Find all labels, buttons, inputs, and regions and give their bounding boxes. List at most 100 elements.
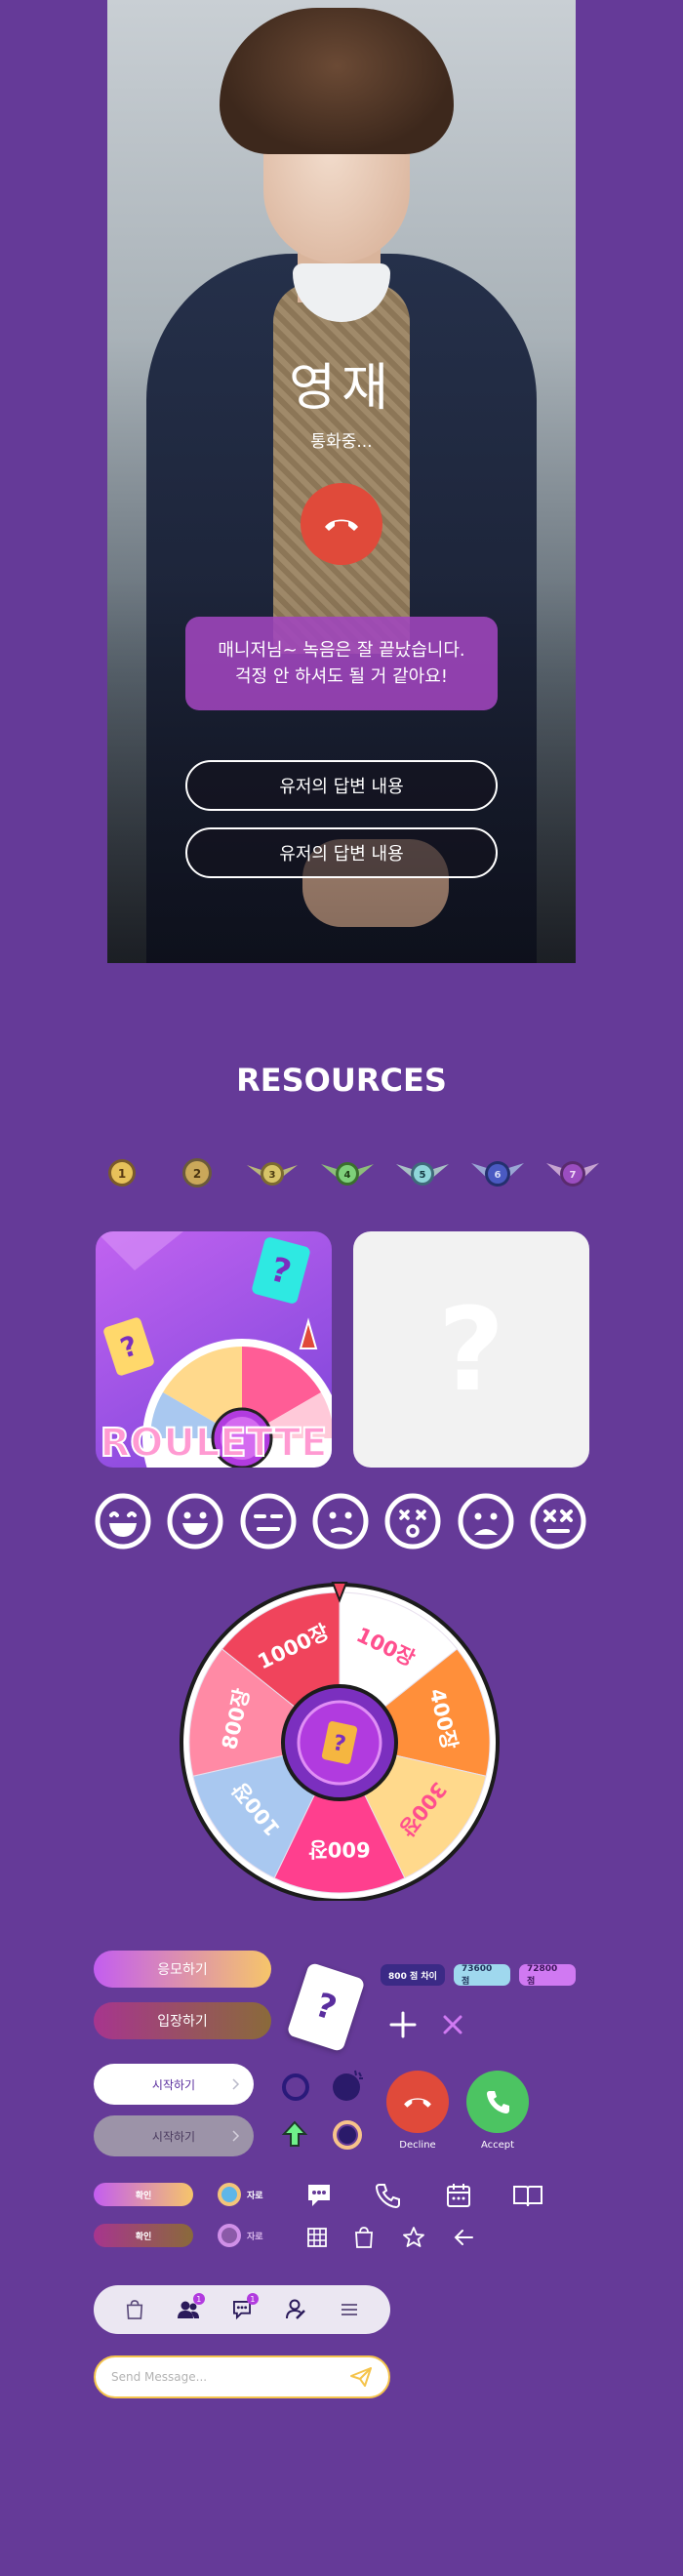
dead-face-icon[interactable] bbox=[529, 1492, 587, 1550]
winged-medal-icon: 4 bbox=[321, 1162, 374, 1186]
close-icon[interactable] bbox=[441, 2013, 464, 2036]
reply-option-1[interactable]: 유저의 답변 내용 bbox=[185, 760, 498, 811]
start-button-label: 시작하기 bbox=[151, 2077, 196, 2092]
hamburger-menu-icon bbox=[342, 2304, 358, 2315]
wheel-segment-label: 600장 bbox=[308, 1837, 370, 1861]
shopping-bag-icon[interactable] bbox=[353, 2226, 375, 2249]
message-composer bbox=[94, 2355, 390, 2398]
star-icon[interactable] bbox=[402, 2226, 425, 2249]
phone-hangup-icon bbox=[404, 2098, 431, 2108]
smile-face-icon[interactable] bbox=[166, 1492, 224, 1550]
user-edit-icon bbox=[286, 2299, 306, 2319]
smirk-face-icon[interactable] bbox=[311, 1492, 370, 1550]
book-icon[interactable] bbox=[511, 2181, 544, 2210]
profile-chip-label: 자로 bbox=[247, 2191, 263, 2201]
profile-chip-secondary[interactable]: 자로 bbox=[217, 2223, 263, 2248]
score-chip-1: 73600 점 bbox=[454, 1964, 510, 1987]
hangup-button[interactable] bbox=[301, 483, 382, 565]
unknown-card[interactable]: ? bbox=[353, 1231, 589, 1468]
enter-button[interactable]: 입장하기 bbox=[94, 2002, 271, 2039]
laughing-face-icon[interactable] bbox=[94, 1492, 152, 1550]
chevron-right-icon bbox=[232, 2078, 240, 2090]
rank-badge-label-4: 4 bbox=[344, 1170, 351, 1181]
rank-badge-4: 4 bbox=[319, 1153, 376, 1192]
radio-selected-icon[interactable] bbox=[332, 2119, 363, 2151]
start-button-disabled-label: 시작하기 bbox=[151, 2129, 196, 2144]
rank-badges: 1 2 3 4 5 6 7 bbox=[94, 1153, 601, 1192]
resources-title: RESOURCES bbox=[236, 1062, 447, 1099]
phone-hangup-icon bbox=[325, 519, 358, 531]
message-input[interactable] bbox=[111, 2370, 326, 2384]
winged-medal-icon: 3 bbox=[247, 1162, 298, 1186]
rank-badge-label-3: 3 bbox=[269, 1170, 276, 1181]
rank-badge-1: 1 bbox=[94, 1153, 150, 1192]
neutral-face-icon[interactable] bbox=[239, 1492, 298, 1550]
rank-badge-2: 2 bbox=[169, 1153, 225, 1192]
nav-profile[interactable] bbox=[282, 2296, 309, 2323]
caller-name: 영재 bbox=[289, 359, 394, 418]
roulette-wheel-graphic: 1000장 100장400장300장600장100장800장 ? bbox=[180, 1582, 500, 1903]
rank-badge-6: 6 bbox=[469, 1153, 526, 1192]
rank-badge-7: 7 bbox=[544, 1153, 601, 1192]
score-chip-2: 72800 점 bbox=[519, 1964, 576, 1987]
start-button[interactable]: 시작하기 bbox=[94, 2064, 254, 2105]
reply-option-2[interactable]: 유저의 답변 내용 bbox=[185, 827, 498, 878]
rank-badge-3: 3 bbox=[244, 1153, 301, 1192]
call-status: 통화중... bbox=[310, 432, 373, 452]
nav-friends-badge: 1 bbox=[192, 2293, 205, 2305]
profile-chip[interactable]: 자로 bbox=[217, 2182, 263, 2207]
radio-unselected-icon[interactable] bbox=[281, 2073, 310, 2102]
call-screen: 영재 통화중... 매니저님~ 녹음은 잘 끝났습니다. 걱정 안 하셔도 될 … bbox=[107, 0, 576, 963]
nav-shop[interactable] bbox=[121, 2296, 148, 2323]
profile-chip-label-secondary: 자로 bbox=[247, 2232, 263, 2242]
winged-medal-icon: 5 bbox=[396, 1162, 449, 1186]
dizzy-face-icon[interactable] bbox=[383, 1492, 442, 1550]
mystery-card-question: ? bbox=[310, 1985, 342, 2030]
winged-medal-icon: 7 bbox=[546, 1161, 599, 1187]
bottom-navbar: 1 1 bbox=[94, 2285, 390, 2334]
shopping-bag-icon bbox=[126, 2300, 142, 2319]
new-dot-icon bbox=[333, 2070, 363, 2101]
winged-medal-icon: 6 bbox=[471, 1161, 524, 1187]
mystery-card[interactable]: ? bbox=[286, 1961, 366, 2053]
photo-shade bbox=[107, 0, 576, 963]
start-button-disabled[interactable]: 시작하기 bbox=[94, 2115, 254, 2156]
arrow-left-icon[interactable] bbox=[453, 2228, 474, 2247]
rank-badge-label-2: 2 bbox=[193, 1167, 201, 1181]
medal-icon: 1 bbox=[108, 1159, 136, 1187]
plus-icon[interactable] bbox=[388, 2010, 418, 2039]
sad-face-icon[interactable] bbox=[457, 1492, 515, 1550]
rank-badge-label-1: 1 bbox=[118, 1167, 126, 1181]
calendar-icon[interactable] bbox=[444, 2181, 473, 2210]
rank-badge-label-7: 7 bbox=[570, 1170, 577, 1181]
emoji-row bbox=[94, 1492, 587, 1550]
avatar bbox=[218, 2224, 241, 2247]
send-icon[interactable] bbox=[349, 2366, 373, 2388]
roulette-wheel[interactable]: 1000장 100장 400장 300장 600장 100장 800장 ? bbox=[179, 1579, 501, 1903]
accept-caption: Accept bbox=[480, 2140, 515, 2151]
phone-icon bbox=[487, 2091, 509, 2113]
grid-icon[interactable] bbox=[306, 2227, 328, 2248]
decline-button[interactable] bbox=[386, 2071, 449, 2133]
avatar bbox=[218, 2183, 241, 2206]
confirm-button[interactable]: 확인 bbox=[94, 2183, 193, 2206]
nav-friends[interactable]: 1 bbox=[175, 2293, 205, 2323]
nav-chat-badge: 1 bbox=[246, 2293, 259, 2305]
medal-icon: 2 bbox=[182, 1158, 212, 1187]
chat-bubble-icon[interactable] bbox=[304, 2181, 334, 2210]
rank-badge-5: 5 bbox=[394, 1153, 451, 1192]
accept-button[interactable] bbox=[466, 2071, 529, 2133]
phone-icon[interactable] bbox=[373, 2181, 402, 2210]
rank-badge-label-6: 6 bbox=[495, 1170, 502, 1181]
confirm-button-secondary[interactable]: 확인 bbox=[94, 2224, 193, 2247]
caller-message-text: 매니저님~ 녹음은 잘 끝났습니다. 걱정 안 하셔도 될 거 같아요! bbox=[218, 640, 465, 687]
apply-button[interactable]: 응모하기 bbox=[94, 1951, 271, 1988]
rank-badge-label-5: 5 bbox=[420, 1170, 426, 1181]
roulette-card-title: ROULETTE bbox=[100, 1421, 328, 1466]
nav-menu[interactable] bbox=[336, 2296, 363, 2323]
nav-chat[interactable]: 1 bbox=[228, 2293, 259, 2323]
roulette-card[interactable]: ? ? ROULETTE bbox=[96, 1231, 332, 1468]
score-diff-chip: 800 점 차이 bbox=[381, 1964, 445, 1986]
chevron-right-icon bbox=[232, 2130, 240, 2142]
arrow-up-icon[interactable] bbox=[281, 2119, 308, 2149]
